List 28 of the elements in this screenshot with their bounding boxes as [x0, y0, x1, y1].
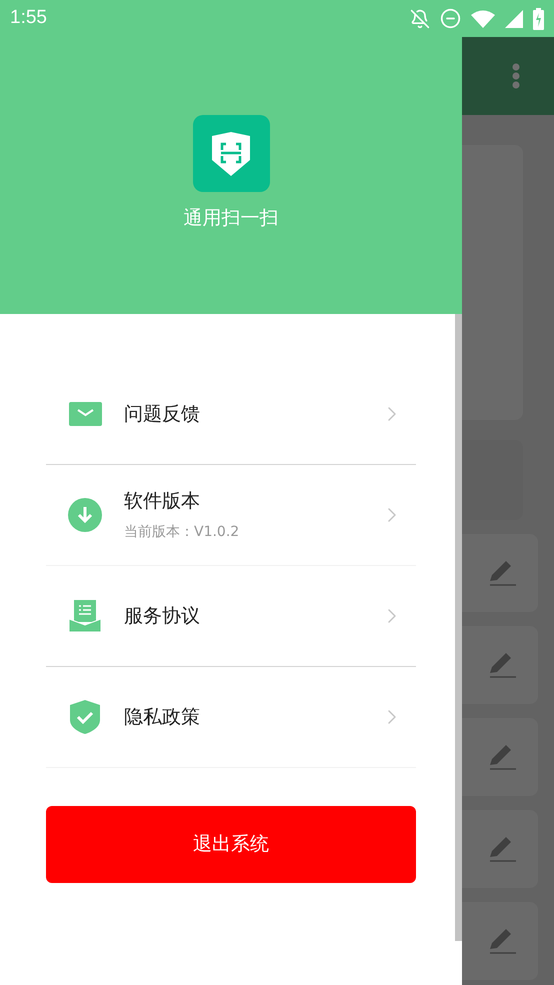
wifi-icon	[471, 10, 495, 28]
menu-item-label: 软件版本	[124, 489, 201, 514]
menu-item[interactable]: 软件版本 当前版本：V1.0.2	[46, 465, 416, 566]
battery-icon	[533, 8, 544, 30]
menu-item[interactable]: 服务协议	[46, 566, 416, 667]
menu-item-label: 问题反馈	[124, 402, 200, 427]
more-options-icon[interactable]	[512, 63, 520, 89]
menu-item[interactable]: 隐私政策	[46, 667, 416, 768]
status-time: 1:55	[10, 6, 47, 30]
shield-check-icon	[70, 700, 100, 734]
edit-icon	[488, 835, 516, 863]
do-not-disturb-icon	[440, 8, 461, 29]
signal-icon	[505, 10, 523, 28]
notifications-off-icon	[410, 8, 430, 28]
download-icon	[68, 498, 102, 532]
menu-item-label: 服务协议	[124, 604, 200, 629]
menu-item[interactable]: 问题反馈	[46, 364, 416, 465]
envelope-icon	[68, 402, 102, 426]
menu-item-subtitle: 当前版本：V1.0.2	[124, 522, 240, 542]
app-logo-icon	[192, 115, 270, 192]
edit-icon	[488, 651, 516, 679]
menu-item-label: 隐私政策	[124, 704, 200, 730]
edit-icon	[488, 927, 516, 955]
app-name: 通用扫一扫	[184, 206, 278, 231]
edit-icon	[488, 743, 516, 771]
edit-icon	[488, 559, 516, 587]
logout-button[interactable]: 退出系统	[46, 806, 416, 883]
document-tray-icon	[69, 600, 101, 632]
